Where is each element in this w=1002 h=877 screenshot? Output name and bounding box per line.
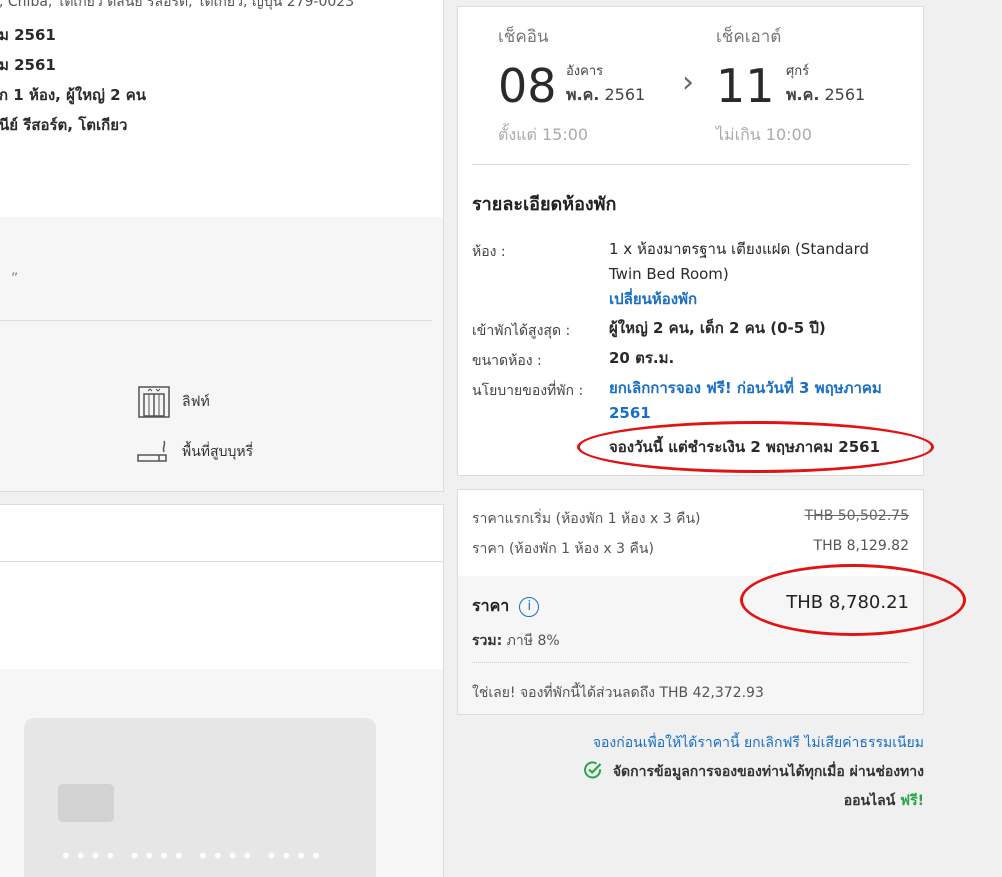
checkin-month-year: พ.ค. 2561 xyxy=(566,85,646,104)
amenity-elevator: ลิฟท์ xyxy=(136,385,210,419)
chevron-right-icon: › xyxy=(682,65,694,100)
annotation-ellipse-pay-later xyxy=(577,421,934,473)
room-size-value: 20 ตร.ม. xyxy=(609,349,675,367)
free-label: ฟรี! xyxy=(900,793,924,809)
card-number-placeholder: •••• •••• •••• •••• xyxy=(60,844,325,868)
summary-checkin: ม 2561 xyxy=(0,26,56,44)
elevator-icon xyxy=(136,385,172,419)
annotation-ellipse-total xyxy=(740,564,966,636)
checkout-day: 11 xyxy=(716,59,775,113)
summary-checkout: ม 2561 xyxy=(0,56,56,74)
divider xyxy=(472,164,910,165)
checkin-label: เช็คอิน xyxy=(498,27,549,47)
policy-label: นโยบายของที่พัก : xyxy=(472,383,584,399)
max-occupancy-value: ผู้ใหญ่ 2 คน, เด็ก 2 คน (0-5 ปี) xyxy=(609,319,826,337)
tax-note: รวม: ภาษี 8% xyxy=(472,633,560,649)
smoking-area-icon xyxy=(136,435,172,469)
checkout-weekday: ศุกร์ xyxy=(786,64,810,79)
checkin-time: ตั้งแต่ 15:00 xyxy=(498,125,589,144)
manage-booking-note-line2: ออนไลน์ ฟรี! xyxy=(843,793,924,809)
room-size-label: ขนาดห้อง : xyxy=(472,353,542,369)
original-price-value: THB 50,502.75 xyxy=(804,508,909,524)
amenity-label: พื้นที่สูบบุหรี่ xyxy=(182,444,254,460)
credit-card-preview: •••• •••• •••• •••• xyxy=(24,718,376,877)
info-icon[interactable]: i xyxy=(519,596,540,617)
checkout-time: ไม่เกิน 10:00 xyxy=(716,125,812,144)
booking-details-card: เช็คอิน 08 อังคาร พ.ค. 2561 ตั้งแต่ 15:0… xyxy=(457,6,924,476)
hotel-address: ่, Chiba, โตเกียว ดิสนีย์ รีสอร์ต, โตเกี… xyxy=(0,0,355,10)
room-label: ห้อง : xyxy=(472,244,506,260)
checkin-weekday: อังคาร xyxy=(566,64,604,79)
manage-booking-note: จัดการข้อมูลการจองของท่านได้ทุกเมื่อ ผ่า… xyxy=(583,760,924,784)
room-value: 1 x ห้องมาตรฐาน เตียงแฝด (Standard Twin … xyxy=(609,240,870,308)
total-price-label: ราคา i xyxy=(472,594,540,619)
divider xyxy=(0,320,432,321)
original-price-label: ราคาแรกเริ่ม (ห้องพัก 1 ห้อง x 3 คืน) xyxy=(472,511,701,527)
divider xyxy=(0,561,443,562)
summary-rooms-guests: ัก 1 ห้อง, ผู้ใหญ่ 2 คน xyxy=(0,86,147,104)
checkin-day: 08 xyxy=(498,59,557,113)
checkout-label: เช็คเอาต์ xyxy=(716,27,782,47)
check-circle-icon xyxy=(583,760,603,784)
divider xyxy=(472,662,909,663)
amenity-label: ลิฟท์ xyxy=(182,394,210,410)
summary-location: นีย์ รีสอร์ต, โตเกียว xyxy=(0,116,128,134)
max-occupancy-label: เข้าพักได้สูงสุด : xyxy=(472,323,571,339)
change-room-link[interactable]: เปลี่ยนห้องพัก xyxy=(609,290,697,308)
original-price-row: ราคาแรกเริ่ม (ห้องพัก 1 ห้อง x 3 คืน) TH… xyxy=(472,508,909,530)
room-details-title: รายละเอียดห้องพัก xyxy=(472,194,617,215)
price-label: ราคา (ห้องพัก 1 ห้อง x 3 คืน) xyxy=(472,541,654,557)
price-value: THB 8,129.82 xyxy=(813,538,909,554)
saving-note: ใช่เลย! จองที่พักนี้ได้ส่วนลดถึง THB 42,… xyxy=(472,685,764,701)
cancellation-policy-link[interactable]: ยกเลิกการจอง ฟรี! ก่อนวันที่ 3 พฤษภาคม 2… xyxy=(609,376,911,426)
checkout-month-year: พ.ค. 2561 xyxy=(786,85,866,104)
book-early-note: จองก่อนเพื่อให้ได้ราคานี้ ยกเลิกฟรี ไม่เ… xyxy=(592,735,924,751)
amenity-smoking-area: พื้นที่สูบบุหรี่ xyxy=(136,435,253,469)
price-row: ราคา (ห้องพัก 1 ห้อง x 3 คืน) THB 8,129.… xyxy=(472,538,909,560)
hotel-summary-card: ่, Chiba, โตเกียว ดิสนีย์ รีสอร์ต, โตเกี… xyxy=(0,0,444,492)
card-chip-icon xyxy=(58,784,114,822)
quote-mark: ” xyxy=(11,271,19,287)
